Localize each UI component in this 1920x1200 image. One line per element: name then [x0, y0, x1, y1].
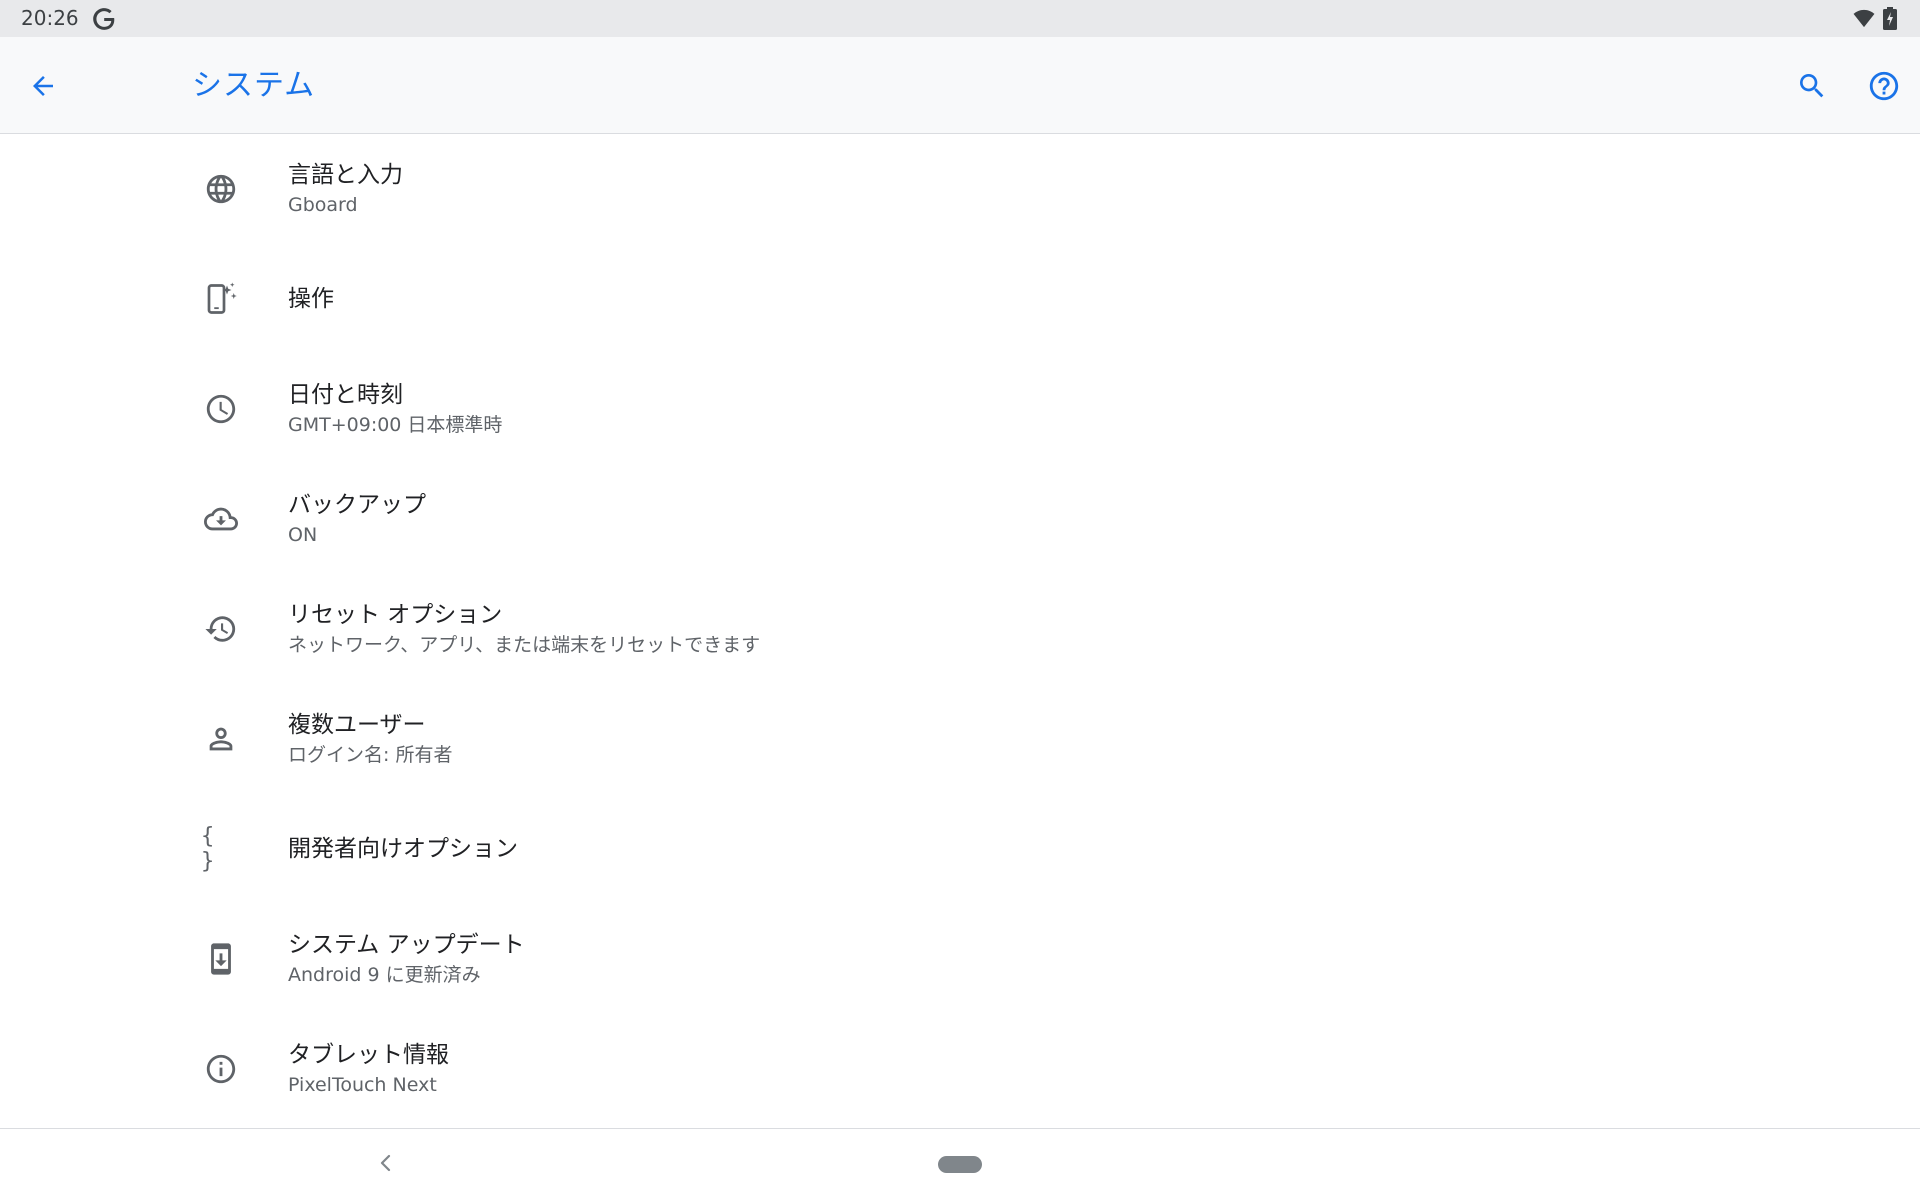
page-title: システム: [192, 68, 316, 103]
search-button[interactable]: [1787, 61, 1837, 111]
setting-summary: PixelTouch Next: [288, 1074, 437, 1096]
setting-title: タブレット情報: [288, 1042, 449, 1068]
globe-icon: [201, 169, 241, 209]
search-icon: [1800, 74, 1824, 98]
nav-back-button[interactable]: [370, 1141, 402, 1185]
status-time: 20:26: [21, 6, 79, 30]
app-bar: システム: [0, 37, 1920, 134]
setting-title: 言語と入力: [288, 162, 403, 188]
person-icon: [201, 719, 241, 759]
info-icon: [201, 1049, 241, 1089]
history-reset-icon: [201, 609, 241, 649]
setting-title: 複数ユーザー: [288, 712, 426, 738]
setting-text: 操作: [288, 244, 334, 354]
battery-charging-icon: [1883, 7, 1897, 30]
navigation-bar: [0, 1128, 1920, 1200]
setting-title: 開発者向けオプション: [288, 836, 518, 862]
setting-item-multiple-users[interactable]: 複数ユーザー ログイン名: 所有者: [0, 684, 1920, 794]
setting-title: 操作: [288, 286, 334, 312]
system-update-icon: [201, 939, 241, 979]
setting-item-developer-options[interactable]: { } 開発者向けオプション: [0, 794, 1920, 904]
setting-text: 開発者向けオプション: [288, 794, 518, 904]
setting-item-tablet-info[interactable]: タブレット情報 PixelTouch Next: [0, 1014, 1920, 1124]
help-button[interactable]: [1859, 61, 1909, 111]
status-bar: 20:26: [0, 0, 1920, 37]
setting-item-system-update[interactable]: システム アップデート Android 9 に更新済み: [0, 904, 1920, 1014]
chevron-left-icon: [380, 1154, 391, 1172]
setting-item-gestures[interactable]: 操作: [0, 244, 1920, 354]
setting-text: 言語と入力 Gboard: [288, 134, 403, 244]
back-button[interactable]: [18, 61, 68, 111]
google-icon: [91, 6, 117, 32]
wifi-icon: [1853, 8, 1875, 28]
setting-summary: ログイン名: 所有者: [288, 744, 453, 766]
setting-item-reset-options[interactable]: リセット オプション ネットワーク、アプリ、または端末をリセットできます: [0, 574, 1920, 684]
setting-text: 複数ユーザー ログイン名: 所有者: [288, 684, 452, 794]
gesture-phone-icon: [201, 279, 241, 319]
setting-text: バックアップ ON: [288, 464, 426, 574]
setting-summary: Android 9 に更新済み: [288, 964, 481, 986]
setting-summary: Gboard: [288, 194, 358, 216]
cloud-backup-icon: [201, 499, 241, 539]
back-arrow-icon: [33, 76, 53, 96]
setting-text: リセット オプション ネットワーク、アプリ、または端末をリセットできます: [288, 574, 760, 684]
setting-text: システム アップデート Android 9 に更新済み: [288, 904, 525, 1014]
setting-summary: ネットワーク、アプリ、または端末をリセットできます: [288, 634, 761, 656]
nav-home-pill[interactable]: [938, 1156, 982, 1173]
setting-title: 日付と時刻: [288, 382, 403, 408]
setting-text: 日付と時刻 GMT+09:00 日本標準時: [288, 354, 502, 464]
setting-title: システム アップデート: [288, 932, 525, 958]
setting-summary: ON: [288, 524, 318, 546]
settings-list: 言語と入力 Gboard 操作 日付と時刻 GMT+09:00 日本標準時 バッ…: [0, 134, 1920, 1124]
clock-icon: [201, 389, 241, 429]
setting-title: リセット オプション: [288, 602, 503, 628]
setting-title: バックアップ: [288, 492, 426, 518]
setting-item-date-time[interactable]: 日付と時刻 GMT+09:00 日本標準時: [0, 354, 1920, 464]
setting-text: タブレット情報 PixelTouch Next: [288, 1014, 449, 1124]
braces-glyph: { }: [201, 824, 217, 874]
braces-icon: { }: [201, 824, 241, 874]
setting-summary: GMT+09:00 日本標準時: [288, 414, 503, 436]
setting-item-language-input[interactable]: 言語と入力 Gboard: [0, 134, 1920, 244]
help-icon: [1869, 71, 1899, 101]
setting-item-backup[interactable]: バックアップ ON: [0, 464, 1920, 574]
